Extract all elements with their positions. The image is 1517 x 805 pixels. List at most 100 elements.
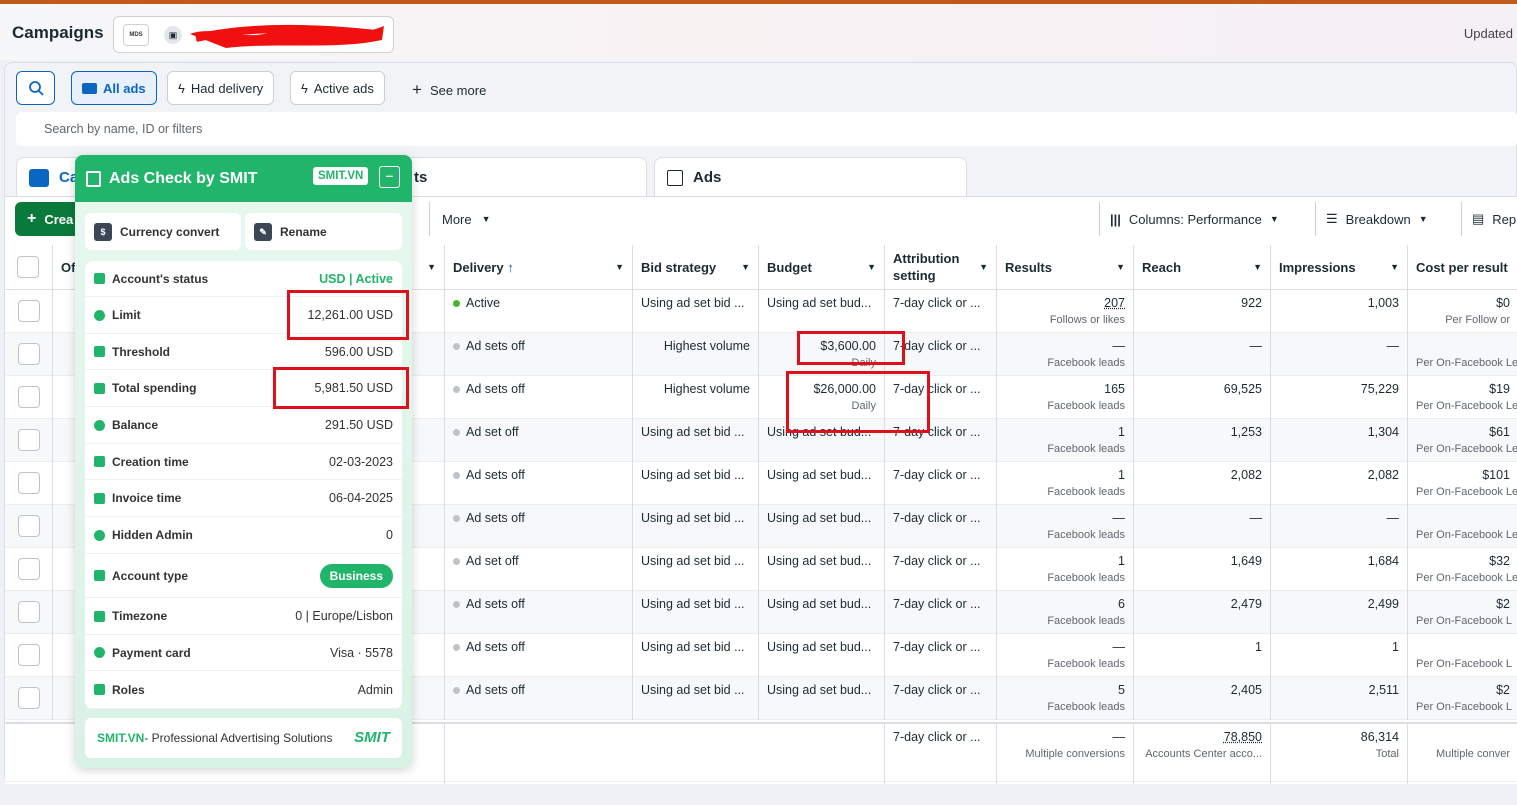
had-delivery-filter[interactable]: ϟ Had delivery [167, 71, 275, 105]
header-attribution[interactable]: Attribution setting ▼ [885, 245, 997, 290]
delivery-status: Ad sets off [466, 511, 525, 525]
header-reach[interactable]: Reach ▼ [1134, 245, 1271, 290]
redaction-scribble [190, 24, 384, 48]
row-checkbox[interactable] [18, 558, 40, 580]
row-checkbox[interactable] [18, 300, 40, 322]
ext-info-value: Admin [357, 682, 393, 697]
delivery-cell: Ad sets off [445, 634, 633, 677]
impressions-cell: — [1271, 505, 1408, 548]
ext-info-label: Account type [94, 569, 188, 583]
row-checkbox[interactable] [18, 515, 40, 537]
ext-tag[interactable]: SMIT.VN [313, 167, 369, 185]
status-dot-icon [453, 601, 460, 609]
active-ads-label: Active ads [313, 80, 374, 96]
row-checkbox[interactable] [18, 472, 40, 494]
cost-per-result-cell: $61 Per On-Facebook Le [1408, 419, 1517, 462]
results-total: — Multiple conversions [997, 724, 1134, 784]
header-impressions-label: Impressions [1279, 259, 1356, 275]
caret-down-icon: ▼ [1418, 214, 1428, 224]
select-cell [5, 548, 53, 591]
reach-cell: 69,525 [1134, 376, 1271, 419]
results-value: — [1112, 511, 1126, 525]
columns-button[interactable]: ||| Columns: Performance ▼ [1099, 202, 1289, 236]
results-value: 1 [1118, 468, 1125, 482]
impressions-cell: 1,684 [1271, 548, 1408, 591]
reach-cell: 2,082 [1134, 462, 1271, 505]
row-checkbox[interactable] [18, 386, 40, 408]
rename-button[interactable]: ✎ Rename [245, 213, 402, 250]
header-select-all[interactable] [5, 245, 53, 290]
header-cost-per-result[interactable]: Cost per result [1408, 245, 1517, 290]
active-ads-filter[interactable]: ϟ Active ads [290, 71, 385, 105]
all-ads-filter[interactable]: All ads [71, 71, 157, 105]
row-checkbox[interactable] [18, 644, 40, 666]
search-button[interactable] [16, 71, 55, 105]
results-cell: 1 Facebook leads [997, 548, 1134, 591]
delivery-cell: Ad set off [445, 419, 633, 462]
lightning-icon: ϟ [301, 80, 308, 96]
results-value: 6 [1118, 597, 1125, 611]
caret-down-icon: ▼ [1116, 262, 1125, 272]
select-cell [5, 591, 53, 634]
row-checkbox[interactable] [18, 601, 40, 623]
header-budget[interactable]: Budget ▼ [759, 245, 885, 290]
header-impressions[interactable]: Impressions ▼ [1271, 245, 1408, 290]
budget-cell: Using ad set bud... [759, 462, 885, 505]
ext-info-label-text: Limit [112, 308, 141, 322]
reports-button[interactable]: ▤ Rep [1461, 202, 1517, 236]
footer-text: - Professional Advertising Solutions [144, 731, 333, 745]
account-logo: MDS [123, 24, 149, 46]
cpr-type: Per On-Facebook Le [1416, 486, 1517, 498]
reach-total-type: Accounts Center acco... [1145, 748, 1262, 760]
see-more-label: See more [429, 82, 487, 98]
ext-info-value: 596.00 USD [324, 344, 393, 359]
results-type: Facebook leads [1047, 400, 1125, 412]
budget-value: Using ad set bud... [767, 468, 872, 482]
caret-down-icon: ▼ [979, 262, 988, 272]
budget-cell: Using ad set bud... [759, 634, 885, 677]
delivery-status: Ad sets off [466, 339, 525, 353]
account-selector[interactable]: MDS ▣ [113, 16, 394, 53]
bid-strategy-cell: Using ad set bid ... [633, 462, 759, 505]
row-checkbox[interactable] [18, 429, 40, 451]
results-type: Facebook leads [1047, 443, 1125, 455]
info-icon [94, 273, 105, 284]
row-checkbox[interactable] [18, 343, 40, 365]
header-results[interactable]: Results ▼ [997, 245, 1134, 290]
minimize-button[interactable]: – [379, 166, 400, 188]
search-input[interactable]: Search by name, ID or filters [16, 112, 1517, 146]
see-more-button[interactable]: + See more [412, 80, 486, 100]
status-dot-icon [453, 429, 460, 437]
impressions-cell: 2,082 [1271, 462, 1408, 505]
attribution-cell: 7-day click or ... [885, 505, 997, 548]
row-checkbox[interactable] [18, 687, 40, 709]
header-bid[interactable]: Bid strategy ▼ [633, 245, 759, 290]
results-total-value: — [1112, 730, 1126, 744]
results-type: Facebook leads [1047, 357, 1125, 369]
results-cell: — Facebook leads [997, 505, 1134, 548]
breakdown-icon: ☰ [1326, 211, 1338, 226]
highlight-box [786, 371, 930, 433]
header-off-label: Of [61, 259, 76, 275]
ext-info-value[interactable]: Business [319, 563, 393, 588]
more-button[interactable]: More ▼ [429, 202, 503, 236]
cost-per-result-cell: $101 Per On-Facebook Le [1408, 462, 1517, 505]
currency-convert-button[interactable]: $ Currency convert [85, 213, 241, 250]
plus-icon: + [27, 210, 37, 227]
tab-ads[interactable]: Ads [654, 157, 967, 197]
select-cell [5, 462, 53, 505]
ext-info-label: Balance [94, 418, 158, 432]
ext-info-label: Account's status [94, 272, 208, 286]
attribution-total: 7-day click or ... [885, 724, 997, 784]
status-dot-icon [453, 343, 460, 351]
caret-down-icon: ▼ [867, 262, 876, 272]
cpr-total-spacer [1416, 730, 1510, 744]
breakdown-button[interactable]: ☰ Breakdown ▼ [1315, 202, 1438, 236]
results-type: Facebook leads [1047, 701, 1125, 713]
results-type: Facebook leads [1047, 615, 1125, 627]
header-delivery[interactable]: Delivery ↑ ▼ [445, 245, 633, 290]
delivery-status: Ad sets off [466, 468, 525, 482]
ext-info-label: Timezone [94, 609, 167, 623]
reach-cell: 1,649 [1134, 548, 1271, 591]
cpr-value: $2 [1496, 597, 1510, 611]
